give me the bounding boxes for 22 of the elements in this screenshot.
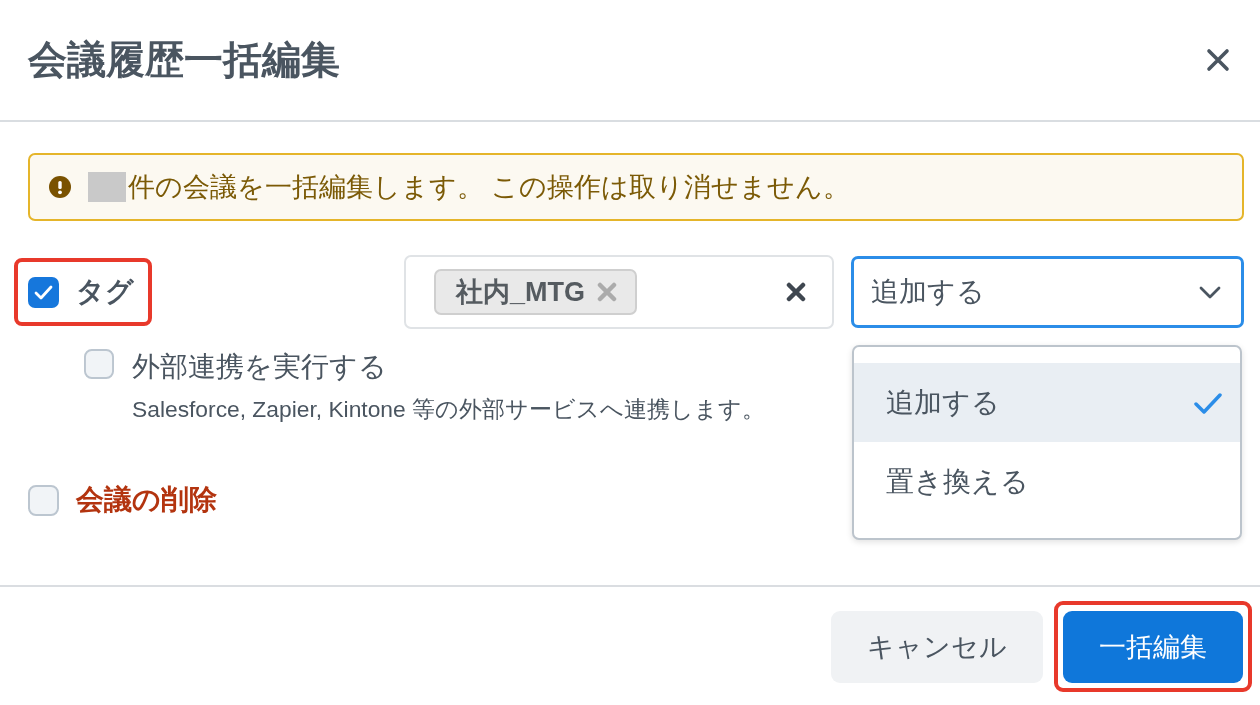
checkbox[interactable] (28, 484, 59, 516)
bulk-edit-button[interactable]: 一括編集 (1063, 610, 1243, 683)
checkbox[interactable] (28, 276, 59, 308)
dropdown-option[interactable]: 置き換える (854, 442, 1240, 521)
dialog-title: 会議履歴一括編集 (28, 36, 340, 83)
tag-input-field[interactable]: 社内_MTG (404, 255, 834, 329)
option-label: 外部連携を実行する (132, 352, 388, 382)
checkbox[interactable] (84, 349, 114, 379)
option-label: 会議の削除 (76, 483, 217, 517)
option-label: タグ (76, 274, 134, 309)
check-icon (1194, 391, 1222, 414)
warning-icon (49, 176, 71, 198)
chevron-down-icon (1199, 285, 1221, 299)
option-description: Salesforce, Zapier, Kintone 等の外部サービスへ連携します。 (132, 396, 766, 422)
close-icon[interactable] (1206, 48, 1230, 72)
dropdown-option[interactable]: 追加する (854, 363, 1240, 442)
mode-select[interactable]: 追加する (851, 256, 1244, 328)
tag-label: 社内_MTG (456, 275, 585, 309)
cancel-button[interactable]: キャンセル (831, 610, 1043, 683)
clear-icon[interactable] (786, 282, 806, 302)
alert-text: 件の会議を一括編集します。 この操作は取り消せません。 (128, 170, 851, 204)
tag-chip[interactable]: 社内_MTG (434, 269, 637, 315)
